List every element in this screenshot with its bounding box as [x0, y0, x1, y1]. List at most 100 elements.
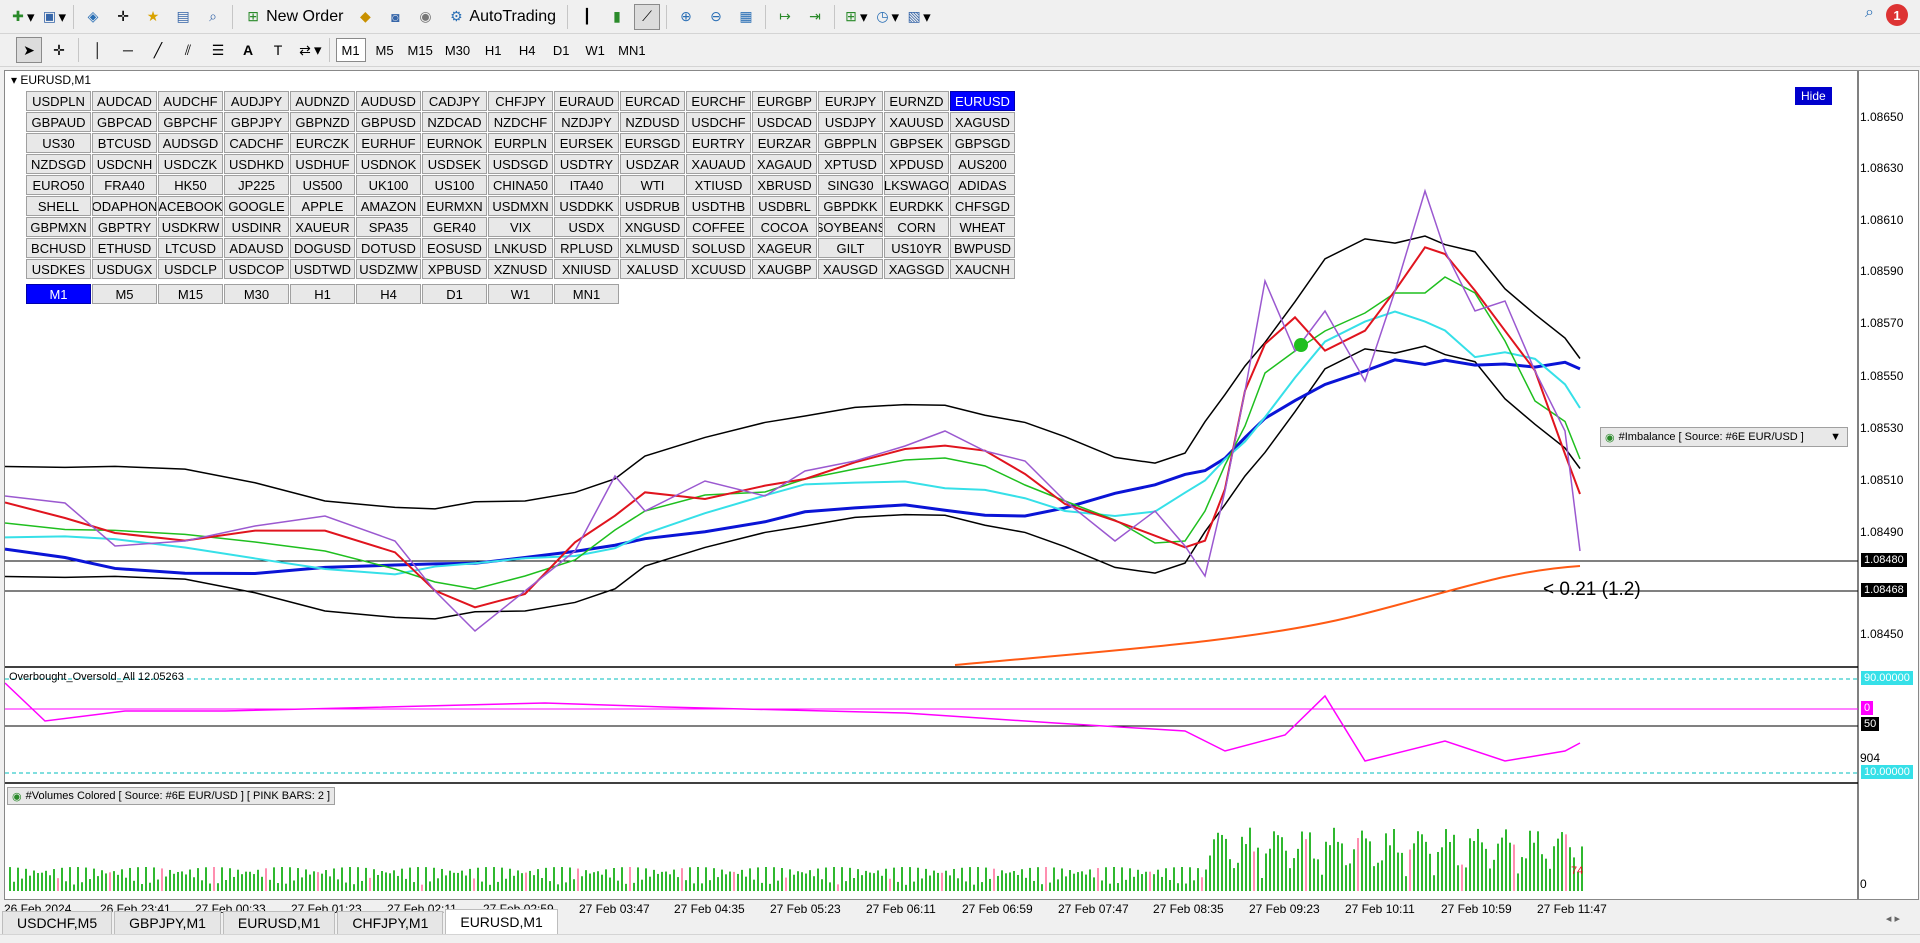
symbol-button-cocoa[interactable]: COCOA [752, 217, 817, 237]
symbol-button-gbpmxn[interactable]: GBPMXN [26, 217, 91, 237]
volumes-indicator-box[interactable]: ◉ #Volumes Colored [ Source: #6E EUR/USD… [7, 787, 336, 805]
symbol-button-hk50[interactable]: HK50 [158, 175, 223, 195]
symbol-button-xlmusd[interactable]: XLMUSD [620, 238, 685, 258]
symbol-button-usdsgd[interactable]: USDSGD [488, 154, 553, 174]
symbol-button-gbpcad[interactable]: GBPCAD [92, 112, 157, 132]
symbol-button-gbpusd[interactable]: GBPUSD [356, 112, 421, 132]
symbol-button-adausd[interactable]: ADAUSD [224, 238, 289, 258]
vertical-line-tool[interactable]: │ [85, 37, 111, 63]
symbol-button-chfsgd[interactable]: CHFSGD [950, 196, 1015, 216]
symbol-button-ger40[interactable]: GER40 [422, 217, 487, 237]
symbol-button-coffee[interactable]: COFFEE [686, 217, 751, 237]
line-chart-button[interactable]: ⟋ [634, 3, 660, 30]
autoscroll-button[interactable]: ↦ [772, 4, 798, 30]
symbol-button-cadjpy[interactable]: CADJPY [422, 91, 487, 111]
navigator-button[interactable]: ★ [140, 4, 166, 30]
symbol-button-xagsgd[interactable]: XAGSGD [884, 259, 949, 279]
fibonacci-tool[interactable]: ☰ [205, 37, 231, 63]
chart-window[interactable]: ▾ EURUSD,M1 Hide USDPLN AUDCAD AUDCHF AUDJP… [4, 70, 1919, 900]
timeframe-button-m15[interactable]: M15 [158, 284, 223, 304]
symbol-button-uk100[interactable]: UK100 [356, 175, 421, 195]
symbol-button-aus200[interactable]: AUS200 [950, 154, 1015, 174]
symbol-button-lkswago[interactable]: LKSWAGO [884, 175, 949, 195]
symbol-button-wti[interactable]: WTI [620, 175, 685, 195]
symbol-button-xagaud[interactable]: XAGAUD [752, 154, 817, 174]
symbol-button-eurdkk[interactable]: EURDKK [884, 196, 949, 216]
symbol-button-sing30[interactable]: SING30 [818, 175, 883, 195]
metaeditor-button[interactable]: ◆ [352, 4, 378, 30]
symbol-button-apple[interactable]: APPLE [290, 196, 355, 216]
symbol-button-usdugx[interactable]: USDUGX [92, 259, 157, 279]
tf-mn1[interactable]: MN1 [614, 38, 649, 62]
symbol-button-bchusd[interactable]: BCHUSD [26, 238, 91, 258]
symbol-button-gilt[interactable]: GILT [818, 238, 883, 258]
timeframe-button-m5[interactable]: M5 [92, 284, 157, 304]
symbol-button-amazon[interactable]: AMAZON [356, 196, 421, 216]
profiles-button[interactable]: ▣ ▾ [40, 4, 68, 30]
symbol-button-gbpjpy[interactable]: GBPJPY [224, 112, 289, 132]
symbol-button-usdx[interactable]: USDX [554, 217, 619, 237]
symbol-button-adidas[interactable]: ADIDAS [950, 175, 1015, 195]
data-window-button[interactable]: ✛ [110, 4, 136, 30]
symbol-button-usdchf[interactable]: USDCHF [686, 112, 751, 132]
symbol-button-audchf[interactable]: AUDCHF [158, 91, 223, 111]
symbol-button-xznusd[interactable]: XZNUSD [488, 259, 553, 279]
arrows-tool[interactable]: ⇄ ▾ [295, 37, 323, 63]
chart-tab[interactable]: GBPJPY,M1 [114, 911, 221, 934]
tile-windows-button[interactable]: ▦ [733, 4, 759, 30]
market-watch-button[interactable]: ◈ [80, 4, 106, 30]
symbol-button-euraud[interactable]: EURAUD [554, 91, 619, 111]
symbol-button-us30[interactable]: US30 [26, 133, 91, 153]
indicators-button[interactable]: ⊞ ▾ [841, 4, 869, 30]
notifications-badge[interactable]: 1 [1886, 4, 1908, 26]
symbol-button-china50[interactable]: CHINA50 [488, 175, 553, 195]
symbol-button-usdbrl[interactable]: USDBRL [752, 196, 817, 216]
symbol-button-dotusd[interactable]: DOTUSD [356, 238, 421, 258]
symbol-button-ita40[interactable]: ITA40 [554, 175, 619, 195]
chart-tab[interactable]: USDCHF,M5 [2, 911, 113, 934]
timeframe-button-d1[interactable]: D1 [422, 284, 487, 304]
timeframe-button-w1[interactable]: W1 [488, 284, 553, 304]
zoom-in-button[interactable]: ⊕ [673, 4, 699, 30]
symbol-button-eurgbp[interactable]: EURGBP [752, 91, 817, 111]
symbol-button-usdthb[interactable]: USDTHB [686, 196, 751, 216]
market-button[interactable]: ◉ [412, 4, 438, 30]
symbol-button-eurjpy[interactable]: EURJPY [818, 91, 883, 111]
symbol-button-usdsek[interactable]: USDSEK [422, 154, 487, 174]
symbol-button-usdcad[interactable]: USDCAD [752, 112, 817, 132]
symbol-button-eurnok[interactable]: EURNOK [422, 133, 487, 153]
symbol-button-xaugbp[interactable]: XAUGBP [752, 259, 817, 279]
symbol-button-gbpsgd[interactable]: GBPSGD [950, 133, 1015, 153]
symbol-button-shell[interactable]: SHELL [26, 196, 91, 216]
symbol-button-soybeans[interactable]: SOYBEANS [818, 217, 883, 237]
symbol-button-audusd[interactable]: AUDUSD [356, 91, 421, 111]
zoom-out-button[interactable]: ⊖ [703, 4, 729, 30]
symbol-button-xagusd[interactable]: XAGUSD [950, 112, 1015, 132]
symbol-button-xaucnh[interactable]: XAUCNH [950, 259, 1015, 279]
channel-tool[interactable]: ⫽ [175, 37, 201, 63]
symbol-button-xptusd[interactable]: XPTUSD [818, 154, 883, 174]
chart-shift-button[interactable]: ⇥ [802, 4, 828, 30]
symbol-button-audjpy[interactable]: AUDJPY [224, 91, 289, 111]
templates-button[interactable]: ▧ ▾ [904, 4, 932, 30]
symbol-button-jp225[interactable]: JP225 [224, 175, 289, 195]
cursor-tool[interactable]: ➤ [16, 37, 42, 63]
symbol-button-usdinr[interactable]: USDINR [224, 217, 289, 237]
symbol-button-euro50[interactable]: EURO50 [26, 175, 91, 195]
symbol-button-bwpusd[interactable]: BWPUSD [950, 238, 1015, 258]
symbol-button-btcusd[interactable]: BTCUSD [92, 133, 157, 153]
symbol-button-gbpdkk[interactable]: GBPDKK [818, 196, 883, 216]
timeframe-button-m1[interactable]: M1 [26, 284, 91, 304]
symbol-button-usdkes[interactable]: USDKES [26, 259, 91, 279]
symbol-button-usdczk[interactable]: USDCZK [158, 154, 223, 174]
symbol-button-eursgd[interactable]: EURSGD [620, 133, 685, 153]
text-tool[interactable]: A [235, 37, 261, 63]
symbol-button-ethusd[interactable]: ETHUSD [92, 238, 157, 258]
symbol-button-eurczk[interactable]: EURCZK [290, 133, 355, 153]
symbol-button-nzdjpy[interactable]: NZDJPY [554, 112, 619, 132]
symbol-button-usddkk[interactable]: USDDKK [554, 196, 619, 216]
symbol-button-xpdusd[interactable]: XPDUSD [884, 154, 949, 174]
symbol-button-lnkusd[interactable]: LNKUSD [488, 238, 553, 258]
symbol-button-xbrusd[interactable]: XBRUSD [752, 175, 817, 195]
chart-tab[interactable]: EURUSD,M1 [445, 909, 558, 934]
